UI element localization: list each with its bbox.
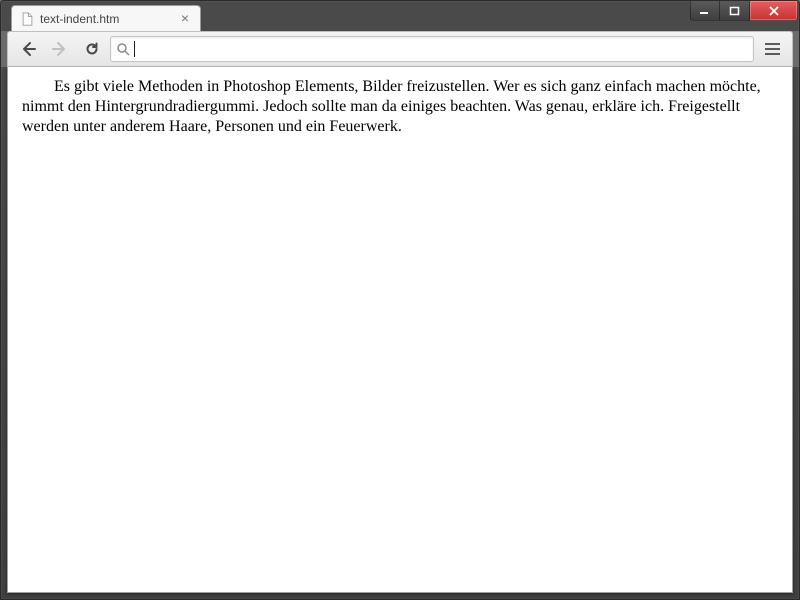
browser-tab[interactable]: text-indent.htm × [11,5,201,31]
menu-button[interactable] [758,36,786,62]
search-icon [117,43,130,56]
arrow-right-icon [52,41,68,57]
hamburger-icon [765,43,780,55]
tab-strip: text-indent.htm × [1,3,799,31]
reload-button[interactable] [78,36,106,62]
tab-close-button[interactable]: × [178,12,192,26]
back-button[interactable] [14,36,42,62]
address-bar[interactable] [110,36,754,62]
page-viewport: Es gibt viele Methoden in Photoshop Elem… [7,67,793,593]
paragraph-text: Es gibt viele Methoden in Photoshop Elem… [22,77,778,137]
browser-window: text-indent.htm × [0,0,800,600]
tab-title: text-indent.htm [40,12,172,26]
browser-toolbar [7,31,793,67]
forward-button[interactable] [46,36,74,62]
arrow-left-icon [20,41,36,57]
file-icon [20,12,34,26]
reload-icon [84,41,100,57]
page-body: Es gibt viele Methoden in Photoshop Elem… [8,67,792,147]
text-cursor [134,41,135,57]
address-input[interactable] [139,37,747,61]
